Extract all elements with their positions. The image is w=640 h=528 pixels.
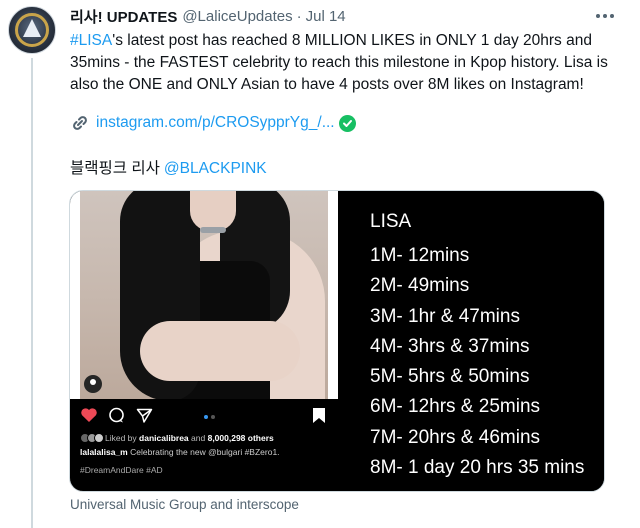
display-name[interactable]: 리사! UPDATES — [70, 6, 177, 27]
tweet-header: 리사! UPDATES @LaliceUpdates · Jul 14 — [70, 6, 346, 26]
post-photo — [80, 191, 328, 399]
tweet-date[interactable]: Jul 14 — [306, 8, 346, 25]
thread-line — [31, 58, 33, 528]
milestone-item: 2M- 49mins — [370, 275, 470, 297]
user-tag-icon — [84, 375, 102, 393]
link-text[interactable]: instagram.com/p/CROSypprYg_/... — [96, 114, 335, 132]
milestone-item: 3M- 1hr & 47mins — [370, 305, 520, 327]
verified-check-icon — [338, 114, 356, 132]
korean-line: 블랙핑크 리사 @BLACKPINK — [70, 156, 267, 178]
instagram-screenshot[interactable]: Liked by danicalibrea and 8,000,298 othe… — [70, 191, 338, 491]
separator-dot: · — [296, 7, 302, 25]
tweet-body: 's latest post has reached 8 MILLION LIK… — [70, 32, 608, 93]
hashtag-lisa[interactable]: #LISA — [70, 32, 112, 49]
tweet-text: #LISA's latest post has reached 8 MILLIO… — [70, 30, 615, 96]
comment-icon — [109, 407, 124, 423]
milestone-item: 5M- 5hrs & 50mins — [370, 366, 530, 388]
milestone-item: 4M- 3hrs & 37mins — [370, 335, 530, 357]
heart-icon — [81, 408, 97, 422]
media-card[interactable]: Liked by danicalibrea and 8,000,298 othe… — [69, 190, 605, 492]
instagram-link[interactable]: instagram.com/p/CROSypprYg_/... — [70, 114, 356, 132]
media-caption: Universal Music Group and interscope — [70, 497, 299, 512]
avatar-logo — [23, 19, 41, 37]
handle[interactable]: @LaliceUpdates — [182, 8, 292, 25]
milestone-item: 7M- 20hrs & 46mins — [370, 426, 541, 448]
post-hashtags: #DreamAndDare #AD — [80, 465, 163, 475]
avatar[interactable] — [8, 6, 56, 54]
post-caption: lalalalisa_m Celebrating the new @bulgar… — [80, 447, 280, 457]
carousel-dots — [204, 415, 215, 419]
link-icon — [70, 115, 90, 131]
bookmark-icon — [313, 408, 325, 423]
milestones-panel: LISA 1M- 12mins 2M- 49mins 3M- 1hr & 47m… — [340, 191, 604, 491]
mention-blackpink[interactable]: @BLACKPINK — [164, 160, 267, 177]
korean-text: 블랙핑크 리사 — [70, 160, 160, 177]
liked-by-line: Liked by danicalibrea and 8,000,298 othe… — [80, 433, 274, 443]
share-icon — [136, 408, 153, 423]
milestone-item: 6M- 12hrs & 25mins — [370, 396, 541, 418]
milestones-list: 1M- 12mins 2M- 49mins 3M- 1hr & 47mins 4… — [370, 241, 584, 483]
milestone-item: 1M- 12mins — [370, 245, 470, 266]
milestone-item: 8M- 1 day 20 hrs 35 mins — [370, 457, 585, 479]
milestones-title: LISA — [370, 211, 412, 232]
more-dots-icon[interactable] — [590, 6, 620, 26]
instagram-action-bar: Liked by danicalibrea and 8,000,298 othe… — [70, 399, 338, 491]
